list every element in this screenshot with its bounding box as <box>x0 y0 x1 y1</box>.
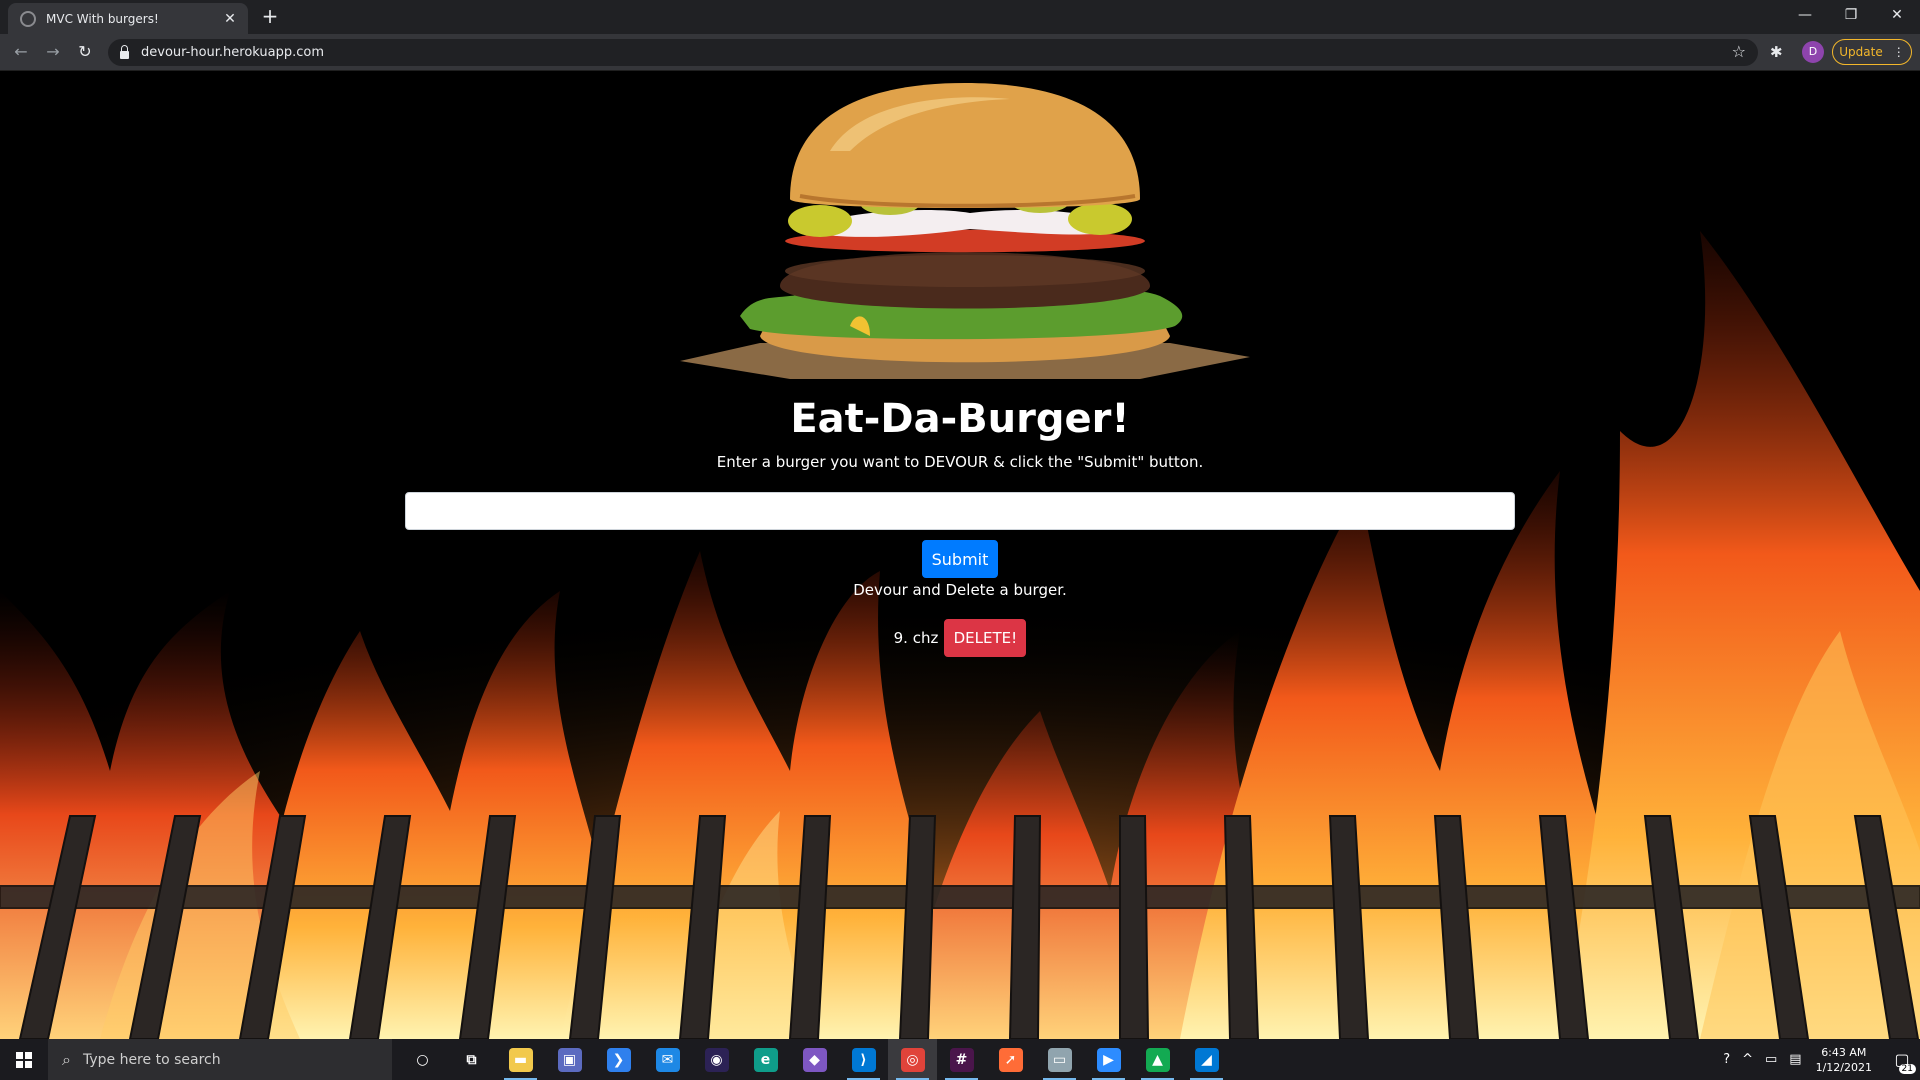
chrome-taskbar-button[interactable]: ◎ <box>888 1039 937 1080</box>
slack-icon: # <box>949 1047 974 1072</box>
mongodb-taskbar-button[interactable]: ▲ <box>1133 1039 1182 1080</box>
photos-icon: ◢ <box>1194 1047 1219 1072</box>
minimize-button[interactable]: — <box>1782 0 1828 30</box>
notifications-icon[interactable]: ▢ 21 <box>1884 1039 1920 1080</box>
close-tab-icon[interactable]: ✕ <box>222 11 238 27</box>
search-placeholder: Type here to search <box>82 1051 221 1068</box>
page-viewport: Eat-Da-Burger! Enter a burger you want t… <box>0 71 1920 1039</box>
address-bar[interactable]: devour-hour.herokuapp.com ☆ <box>108 39 1758 66</box>
forward-button[interactable]: → <box>42 41 64 63</box>
postman-icon: ➚ <box>998 1047 1023 1072</box>
file-explorer-taskbar-button[interactable]: ▬ <box>496 1039 545 1080</box>
update-button[interactable]: Update ⋮ <box>1832 39 1912 65</box>
browser-toolbar: ← → ↻ devour-hour.herokuapp.com ☆ ✱ D Up… <box>0 34 1920 71</box>
mail-icon: ✉ <box>655 1047 680 1072</box>
remote-desktop-taskbar-button[interactable]: ▭ <box>1035 1039 1084 1080</box>
display-icon[interactable]: ▭ <box>1765 1052 1777 1067</box>
profile-avatar[interactable]: D <box>1802 41 1824 63</box>
network-icon[interactable]: ▤ <box>1789 1052 1801 1067</box>
windows-logo-icon <box>16 1051 32 1068</box>
reload-button[interactable]: ↻ <box>74 41 96 63</box>
tab-mvc-burgers[interactable]: MVC With burgers! ✕ <box>8 3 248 34</box>
slack-taskbar-button[interactable]: # <box>937 1039 986 1080</box>
back-button[interactable]: ← <box>10 41 32 63</box>
delete-burger-button[interactable]: DELETE! <box>944 619 1027 657</box>
remote-desktop-icon: ▭ <box>1047 1047 1072 1072</box>
clock-time: 6:43 AM <box>1821 1045 1867 1059</box>
bookmark-star-icon[interactable]: ☆ <box>1732 42 1746 61</box>
burger-name-input[interactable] <box>405 492 1515 530</box>
eclipse-taskbar-button[interactable]: ◉ <box>692 1039 741 1080</box>
clock[interactable]: 6:43 AM 1/12/2021 <box>1816 1045 1872 1075</box>
burger-item-label: 9. chz <box>893 629 939 647</box>
store-taskbar-button[interactable]: ▣ <box>545 1039 594 1080</box>
edge-icon: e <box>753 1047 778 1072</box>
postman-taskbar-button[interactable]: ➚ <box>986 1039 1035 1080</box>
help-icon[interactable]: ? <box>1723 1052 1730 1067</box>
mail-taskbar-button[interactable]: ✉ <box>643 1039 692 1080</box>
lock-icon[interactable] <box>120 44 129 59</box>
zoom-icon: ▶ <box>1096 1047 1121 1072</box>
page-title: Eat-Da-Burger! <box>790 396 1130 442</box>
taskbar-apps: ○ ⧉ ▬ ▣ ❯ ✉ ◉ e ◆ ⟩ ◎ # ➚ ▭ ▶ ▲ ◢ <box>398 1039 1231 1080</box>
file-explorer-icon: ▬ <box>508 1047 533 1072</box>
chevron-up-icon[interactable]: ^ <box>1742 1052 1753 1067</box>
url-text[interactable]: devour-hour.herokuapp.com <box>141 45 324 60</box>
clock-date: 1/12/2021 <box>1815 1060 1872 1074</box>
photos-taskbar-button[interactable]: ◢ <box>1182 1039 1231 1080</box>
vscode-taskbar-button[interactable]: ⟩ <box>839 1039 888 1080</box>
instructions-text: Enter a burger you want to DEVOUR & clic… <box>716 453 1204 471</box>
git-icon: ◆ <box>802 1047 827 1072</box>
new-tab-button[interactable]: + <box>259 6 281 28</box>
devour-heading: Devour and Delete a burger. <box>853 581 1067 599</box>
globe-icon <box>20 10 36 27</box>
system-tray: ? ^ ▭ ▤ 6:43 AM 1/12/2021 ▢ 21 <box>1717 1039 1920 1080</box>
eclipse-icon: ◉ <box>704 1047 729 1072</box>
extensions-icon[interactable]: ✱ <box>1770 43 1783 61</box>
chrome-icon: ◎ <box>900 1047 925 1072</box>
search-icon: ⌕ <box>62 1049 71 1069</box>
cortana-taskbar-button[interactable]: ○ <box>398 1039 447 1080</box>
store-icon: ▣ <box>557 1047 582 1072</box>
vs-icon: ❯ <box>606 1047 631 1072</box>
mongodb-icon: ▲ <box>1145 1047 1170 1072</box>
browser-tab-bar: MVC With burgers! ✕ + — ❐ ✕ <box>0 0 1920 34</box>
task-view-taskbar-button[interactable]: ⧉ <box>447 1039 496 1080</box>
update-label: Update <box>1839 45 1883 59</box>
burger-list: 9. chz DELETE! <box>0 619 1920 657</box>
menu-dots-icon[interactable]: ⋮ <box>1893 45 1905 59</box>
start-button[interactable] <box>0 1039 48 1080</box>
vscode-icon: ⟩ <box>851 1047 876 1072</box>
tab-title: MVC With burgers! <box>46 11 159 26</box>
git-taskbar-button[interactable]: ◆ <box>790 1039 839 1080</box>
burger-image <box>680 83 1250 379</box>
vs-taskbar-button[interactable]: ❯ <box>594 1039 643 1080</box>
edge-taskbar-button[interactable]: e <box>741 1039 790 1080</box>
cortana-icon: ○ <box>416 1051 429 1068</box>
submit-button[interactable]: Submit <box>922 540 998 578</box>
restore-button[interactable]: ❐ <box>1828 0 1874 30</box>
taskbar-search[interactable]: ⌕ Type here to search <box>48 1039 392 1080</box>
close-window-button[interactable]: ✕ <box>1874 0 1920 30</box>
main-content: Eat-Da-Burger! Enter a burger you want t… <box>0 71 1920 1039</box>
task-view-icon: ⧉ <box>466 1051 477 1068</box>
zoom-taskbar-button[interactable]: ▶ <box>1084 1039 1133 1080</box>
notification-count: 21 <box>1898 1064 1916 1074</box>
windows-taskbar: ⌕ Type here to search ○ ⧉ ▬ ▣ ❯ ✉ ◉ e ◆ ⟩ ◎ # ➚ ▭ ▶ ▲ ◢ … <box>0 1039 1920 1080</box>
